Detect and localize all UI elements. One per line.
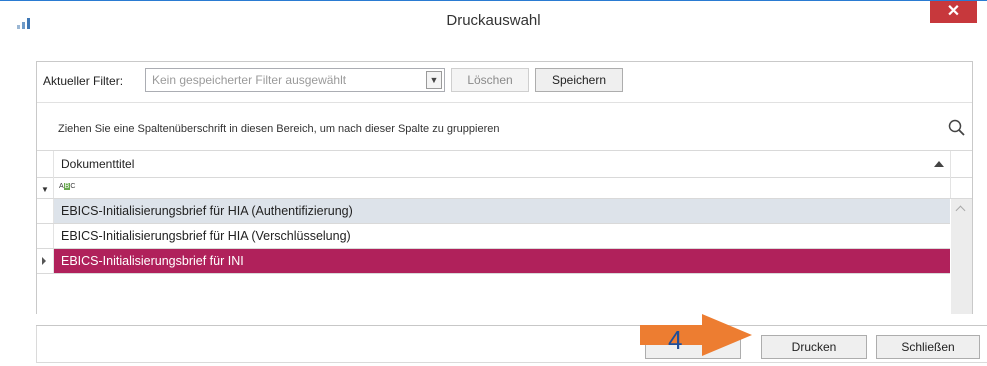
row-title: EBICS-Initialisierungsbrief für HIA (Aut… <box>61 204 353 218</box>
header-indicator-cell <box>37 151 54 177</box>
chevron-down-icon[interactable]: ▼ <box>426 71 442 89</box>
title-bar: Druckauswahl ✕ <box>0 1 987 41</box>
row-title: EBICS-Initialisierungsbrief für INI <box>61 254 244 268</box>
row-indicator <box>37 224 54 248</box>
print-button[interactable]: Drucken <box>761 335 867 359</box>
table-row-selected[interactable]: EBICS-Initialisierungsbrief für INI <box>37 249 950 274</box>
table-row[interactable]: EBICS-Initialisierungsbrief für HIA (Ver… <box>37 224 950 249</box>
filter-row-divider <box>53 177 54 198</box>
callout-step-number: 4 <box>668 325 683 355</box>
grid-header: Dokumenttitel <box>37 150 972 178</box>
header-divider <box>950 151 951 177</box>
filter-label: Aktueller Filter: <box>43 74 124 88</box>
vertical-scrollbar[interactable] <box>951 199 972 314</box>
row-indicator <box>37 249 54 273</box>
filter-row-right-divider <box>950 177 951 198</box>
filter-row[interactable]: ▼ ABC <box>37 177 972 199</box>
close-window-button[interactable]: ✕ <box>930 1 977 23</box>
row-title: EBICS-Initialisierungsbrief für HIA (Ver… <box>61 229 351 243</box>
print-selection-dialog: Druckauswahl ✕ Aktueller Filter: Kein ge… <box>0 0 987 314</box>
group-panel[interactable]: Ziehen Sie eine Spaltenüberschrift in di… <box>37 103 972 150</box>
document-panel: Aktueller Filter: Kein gespeicherter Fil… <box>36 61 973 314</box>
callout-arrow-icon <box>640 314 752 356</box>
filter-select[interactable]: Kein gespeicherter Filter ausgewählt ▼ <box>145 68 445 92</box>
sort-ascending-icon[interactable] <box>934 161 944 167</box>
documents-grid: Dokumenttitel ▼ ABC EBICS-Initialisierun… <box>37 150 972 314</box>
dialog-footer: Drucken Schließen <box>36 326 987 363</box>
filter-bar: Aktueller Filter: Kein gespeicherter Fil… <box>37 62 972 103</box>
scroll-up-icon[interactable] <box>955 205 966 216</box>
close-button[interactable]: Schließen <box>876 335 980 359</box>
save-filter-button[interactable]: Speichern <box>535 68 623 92</box>
dialog-title: Druckauswahl <box>446 12 541 29</box>
current-row-arrow-icon <box>42 257 46 265</box>
column-header-document-title[interactable]: Dokumenttitel <box>61 157 134 171</box>
filter-funnel-icon[interactable]: ▼ <box>41 185 49 194</box>
text-filter-icon[interactable]: ABC <box>59 183 75 190</box>
clear-filter-button[interactable]: Löschen <box>451 68 529 92</box>
group-hint: Ziehen Sie eine Spaltenüberschrift in di… <box>58 123 500 135</box>
search-icon[interactable] <box>948 119 966 137</box>
filter-placeholder: Kein gespeicherter Filter ausgewählt <box>152 73 347 87</box>
table-row[interactable]: EBICS-Initialisierungsbrief für HIA (Aut… <box>37 199 950 224</box>
row-indicator <box>37 199 54 223</box>
